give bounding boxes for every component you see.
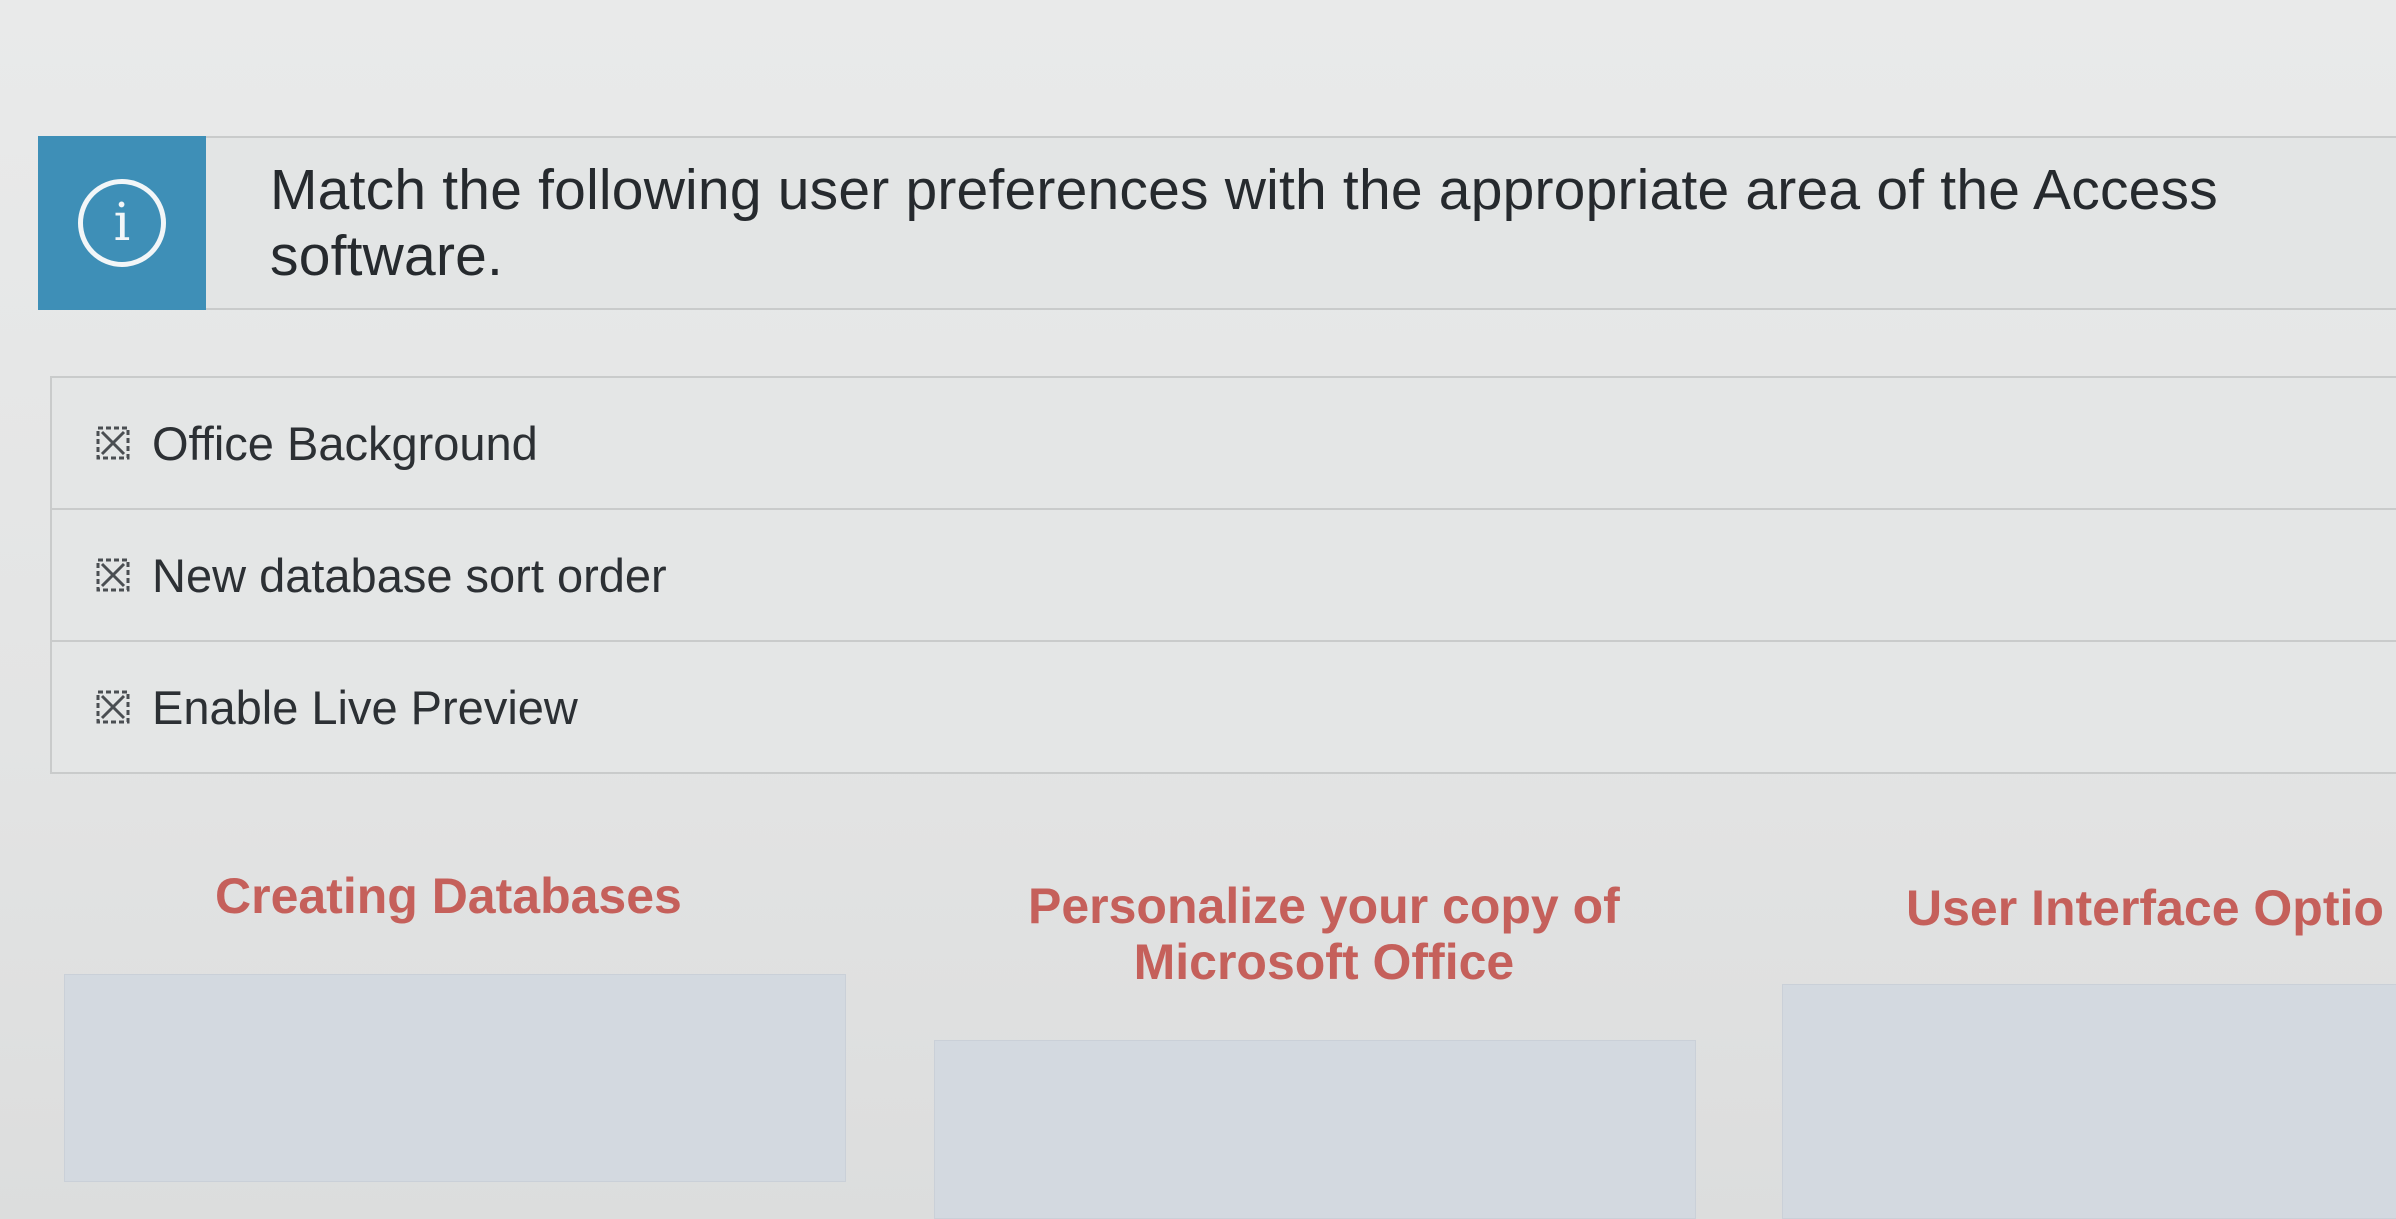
drop-zone-user-interface-options[interactable] bbox=[1782, 984, 2396, 1219]
drop-zone-creating-databases[interactable] bbox=[64, 974, 846, 1182]
drop-targets: Creating Databases Personalize your copy… bbox=[0, 868, 2396, 1219]
target-title: Creating Databases bbox=[215, 868, 682, 924]
target-personalize-office: Personalize your copy of Microsoft Offic… bbox=[1028, 878, 1620, 990]
draggable-items-list: Office Background New database sort orde… bbox=[50, 376, 2396, 774]
target-creating-databases: Creating Databases bbox=[215, 868, 682, 924]
drop-zone-personalize-office[interactable] bbox=[934, 1040, 1696, 1219]
info-icon: i bbox=[78, 179, 166, 267]
draggable-item-office-background[interactable]: Office Background bbox=[50, 376, 2396, 510]
item-label: New database sort order bbox=[152, 548, 667, 602]
drag-handle-icon[interactable] bbox=[96, 426, 130, 460]
draggable-item-enable-live-preview[interactable]: Enable Live Preview bbox=[50, 640, 2396, 774]
item-label: Enable Live Preview bbox=[152, 680, 578, 734]
target-title-line1: Personalize your copy of bbox=[1028, 878, 1620, 934]
drag-handle-icon[interactable] bbox=[96, 690, 130, 724]
page: i Match the following user preferences w… bbox=[0, 0, 2396, 1219]
target-title-line2: Microsoft Office bbox=[1133, 934, 1515, 990]
instruction-banner: i Match the following user preferences w… bbox=[38, 136, 2396, 310]
item-label: Office Background bbox=[152, 416, 538, 470]
instruction-text: Match the following user preferences wit… bbox=[270, 158, 2218, 288]
target-title: User Interface Optio bbox=[1906, 880, 2384, 936]
target-user-interface-options: User Interface Optio bbox=[1906, 880, 2396, 936]
info-icon-glyph: i bbox=[113, 193, 131, 253]
draggable-item-new-database-sort-order[interactable]: New database sort order bbox=[50, 508, 2396, 642]
drag-handle-icon[interactable] bbox=[96, 558, 130, 592]
info-icon-box: i bbox=[38, 136, 206, 310]
